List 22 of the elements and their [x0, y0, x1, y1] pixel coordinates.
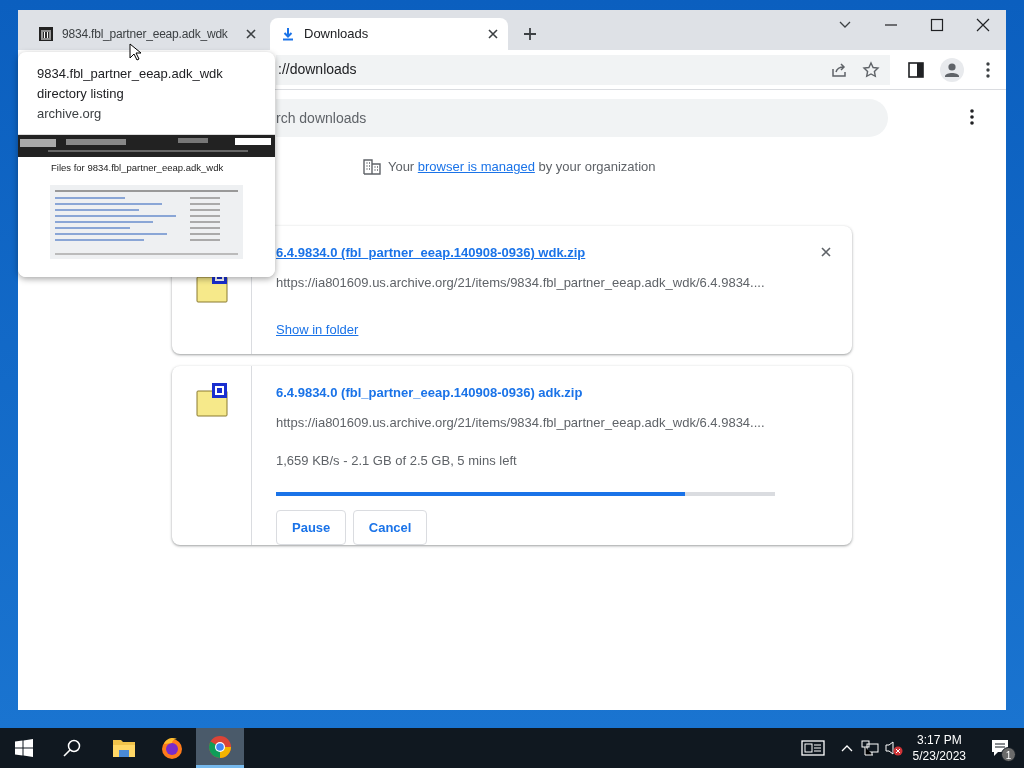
download-status: 1,659 KB/s - 2.1 GB of 2.5 GB, 5 mins left	[276, 452, 518, 470]
date-text: 5/23/2023	[912, 748, 966, 765]
hover-card-title: 9834.fbl_partner_eeap.adk_wdk directory listing	[36, 65, 224, 103]
time-text: 3:17 PM	[916, 731, 962, 748]
managed-link[interactable]: browser is managed	[417, 159, 535, 175]
clock[interactable]: 3:17 PM 5/23/2023	[902, 731, 976, 765]
preview-heading: Files for 9834.fbl_partner_eeap.adk_wdk	[50, 161, 225, 175]
file-name-link[interactable]: 6.4.9834.0 (fbl_partner_eeap.140908-0936) wdk.zip	[276, 245, 586, 260]
notification-badge: 1	[1001, 747, 1016, 762]
file-url: https://ia801609.us.archive.org/21/items/9834.fbl_partner_eeap.adk_wdk/6.4.9834....	[276, 413, 766, 432]
cancel-button[interactable]: Cancel	[352, 509, 428, 545]
search-field[interactable]: rch downloads	[276, 99, 888, 137]
file-url: https://ia801609.us.archive.org/21/items/9834.fbl_partner_eeap.adk_wdk/6.4.9834....	[276, 273, 766, 292]
browser-tab[interactable]: Downloads	[270, 18, 508, 50]
show-in-folder-link[interactable]: Show in folder	[276, 322, 359, 337]
address-bar[interactable]: ://downloads	[276, 54, 890, 85]
file-name-link[interactable]: 6.4.9834.0 (fbl_partner_eeap.140908-0936) adk.zip	[276, 385, 583, 400]
managed-notice: Your browser is managed by your organization	[387, 158, 656, 177]
pause-button[interactable]: Pause	[276, 509, 347, 545]
hover-card-domain: archive.org	[36, 105, 103, 123]
notifications-button[interactable]: 1	[976, 728, 1024, 768]
url-text: ://downloads	[278, 60, 357, 79]
